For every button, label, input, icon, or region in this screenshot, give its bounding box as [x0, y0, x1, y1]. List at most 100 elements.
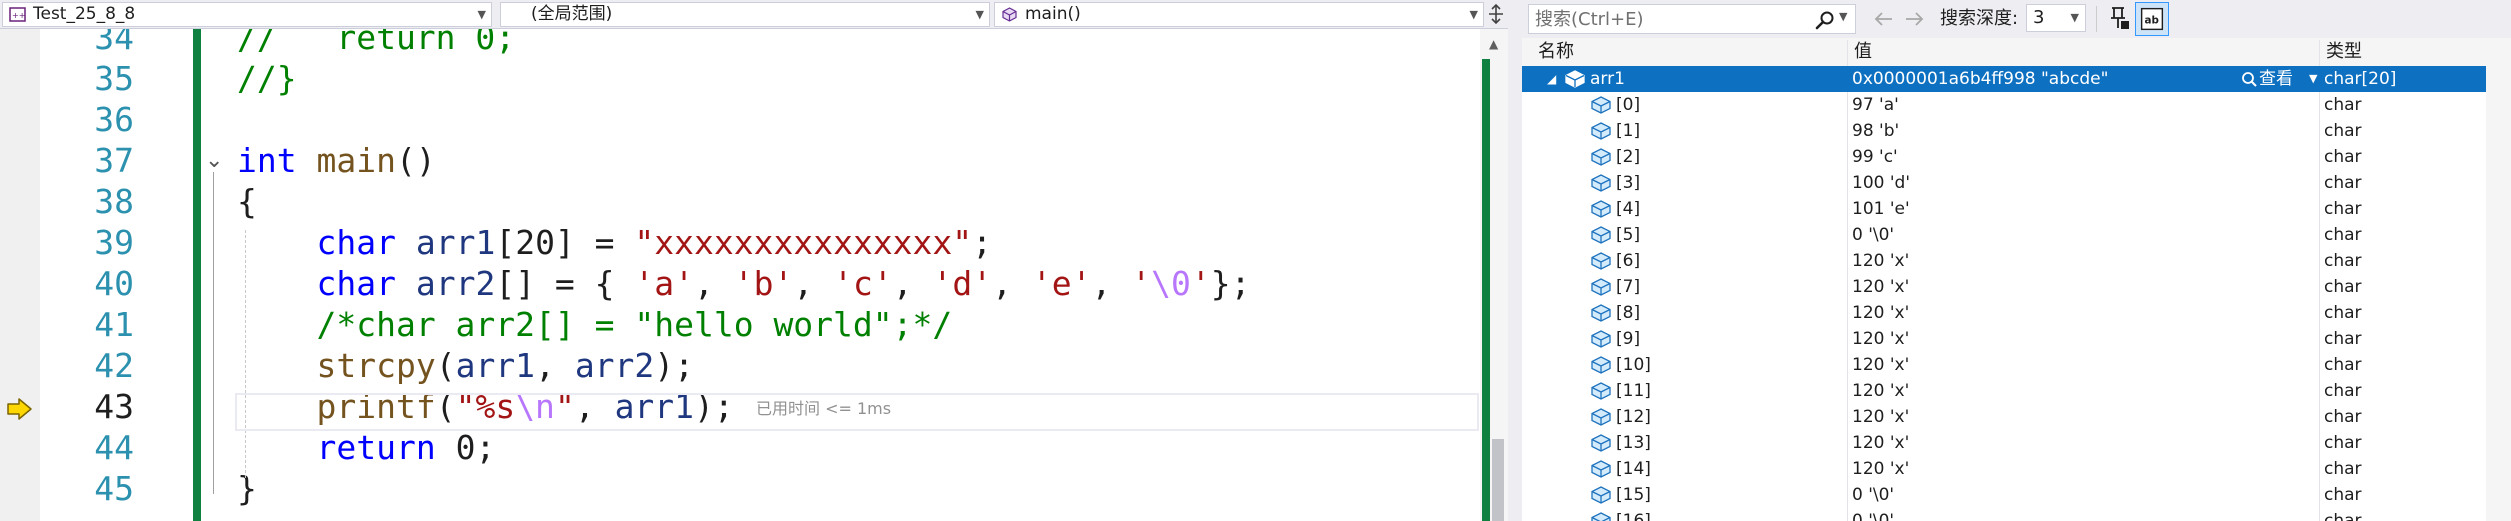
watch-value[interactable]: 120 'x' [1852, 248, 1909, 274]
watch-row[interactable]: [8] 120 'x' char [1522, 300, 2486, 326]
column-header-value[interactable]: 值 [1854, 40, 1872, 64]
watch-value[interactable]: 120 'x' [1852, 326, 1909, 352]
scrollbar-change-map [1482, 59, 1490, 521]
code-line[interactable]: 34 // return 0; [0, 29, 1488, 58]
watch-value[interactable]: 120 'x' [1852, 300, 1909, 326]
watch-name: [13] [1616, 433, 1651, 453]
watch-row[interactable]: [11] 120 'x' char [1522, 378, 2486, 404]
watch-type: char [2324, 459, 2362, 479]
watch-value[interactable]: 97 'a' [1852, 92, 1899, 118]
search-box[interactable]: ▼ [1528, 4, 1856, 34]
watch-value[interactable]: 100 'd' [1852, 170, 1910, 196]
watch-value[interactable]: 120 'x' [1852, 352, 1909, 378]
watch-value[interactable]: 0 '\0' [1852, 508, 1894, 521]
watch-value[interactable]: 0x0000001a6b4ff998 "abcde" [1852, 66, 2108, 92]
watch-vertical-scrollbar[interactable] [2486, 66, 2511, 521]
line-number: 41 [94, 305, 134, 344]
column-header-name[interactable]: 名称 [1538, 40, 1574, 64]
watch-row[interactable]: [2] 99 'c' char [1522, 144, 2486, 170]
watch-value[interactable]: 120 'x' [1852, 430, 1909, 456]
code-token: , [535, 346, 575, 385]
watch-value[interactable]: 101 'e' [1852, 196, 1910, 222]
svg-text:ab: ab [2144, 15, 2158, 27]
code-token: arr2 [574, 346, 655, 385]
scroll-up-icon[interactable]: ▲ [1489, 37, 1498, 51]
watch-row[interactable]: [10] 120 'x' char [1522, 352, 2486, 378]
watch-value[interactable]: 0 '\0' [1852, 222, 1894, 248]
code-line[interactable]: 35 //} [0, 58, 1488, 99]
code-token: , [694, 264, 734, 303]
search-depth-select[interactable]: 3 ▼ [2026, 4, 2086, 32]
editor-vertical-scrollbar[interactable]: ▲ [1480, 29, 1508, 521]
watch-row[interactable]: [3] 100 'd' char [1522, 170, 2486, 196]
watch-row[interactable]: [16] 0 '\0' char [1522, 508, 2486, 521]
watch-row[interactable]: [4] 101 'e' char [1522, 196, 2486, 222]
watch-value[interactable]: 120 'x' [1852, 456, 1909, 482]
search-input[interactable] [1535, 8, 1795, 30]
watch-row[interactable]: [0] 97 'a' char [1522, 92, 2486, 118]
code-line[interactable]: 42 strcpy(arr1, arr2); [0, 345, 1488, 386]
code-line[interactable]: 45} [0, 468, 1488, 509]
code-token: , [1091, 264, 1132, 303]
code-line[interactable]: 40 char arr2[] = { 'a', 'b', 'c', 'd', '… [0, 263, 1488, 304]
watch-value[interactable]: 98 'b' [1852, 118, 1899, 144]
code-line[interactable]: 41 /*char arr2[] = "hello world";*/ [0, 304, 1488, 345]
watch-row[interactable]: [9] 120 'x' char [1522, 326, 2486, 352]
watch-value[interactable]: 99 'c' [1852, 144, 1898, 170]
code-line[interactable]: 38 { [0, 181, 1488, 222]
scrollbar-thumb[interactable] [1492, 439, 1504, 521]
watch-value[interactable]: 0 '\0' [1852, 482, 1894, 508]
watch-type: char [2324, 95, 2362, 115]
pin-icon[interactable] [2104, 4, 2132, 32]
project-combo[interactable]: ++ Test_25_8_8 ▼ [2, 2, 492, 27]
watch-name: [4] [1616, 199, 1641, 219]
watch-type: char [2324, 225, 2362, 245]
watch-row[interactable]: [13] 120 'x' char [1522, 430, 2486, 456]
hexadecimal-display-icon[interactable]: ab [2135, 2, 2169, 36]
code-line[interactable]: 36 [0, 99, 1488, 140]
watch-row[interactable]: [5] 0 '\0' char [1522, 222, 2486, 248]
method-icon [1002, 7, 1017, 22]
arrow-left-icon[interactable] [1872, 8, 1896, 30]
collapse-triangle-icon[interactable]: ◢ [1547, 66, 1556, 92]
split-window-icon[interactable] [1486, 3, 1506, 25]
code-line[interactable]: 44 return 0; [0, 427, 1488, 468]
code-text-area[interactable]: 34 // return 0; 35 //} 36 37 ⌄ int main() 38 {39 … [0, 29, 1488, 521]
code-token: 0; [435, 428, 496, 467]
watch-rows[interactable]: ◢ arr1 0x0000001a6b4ff998 "abcde" 查看 ▼ c… [1522, 66, 2511, 521]
function-combo[interactable]: main() ▼ [994, 2, 1484, 27]
chevron-down-icon: ▼ [2309, 72, 2318, 85]
watch-row[interactable]: [15] 0 '\0' char [1522, 482, 2486, 508]
code-token: 'e' [1031, 264, 1092, 303]
watch-row[interactable]: [14] 120 'x' char [1522, 456, 2486, 482]
code-line[interactable]: 39 char arr1[20] = "xxxxxxxxxxxxxxx"; [0, 222, 1488, 263]
scope-combo[interactable]: (全局范围) ▼ [500, 2, 990, 27]
code-editor[interactable]: ++ Test_25_8_8 ▼ (全局范围) ▼ main() ▼ 34 // … [0, 0, 1508, 521]
watch-row[interactable]: [12] 120 'x' char [1522, 404, 2486, 430]
variable-icon [1591, 278, 1611, 296]
watch-value[interactable]: 120 'x' [1852, 378, 1909, 404]
watch-row[interactable]: [6] 120 'x' char [1522, 248, 2486, 274]
fold-toggle-icon[interactable]: ⌄ [205, 140, 223, 181]
column-header-type[interactable]: 类型 [2326, 40, 2362, 64]
code-line[interactable]: 37 ⌄ int main() [0, 140, 1488, 181]
chevron-down-icon[interactable]: ▼ [1839, 10, 1847, 23]
watch-type: char [2324, 147, 2362, 167]
watch-row[interactable]: [7] 120 'x' char [1522, 274, 2486, 300]
watch-row[interactable]: [1] 98 'b' char [1522, 118, 2486, 144]
watch-name: [15] [1616, 485, 1651, 505]
arrow-right-icon[interactable] [1902, 8, 1926, 30]
watch-type: char [2324, 485, 2362, 505]
watch-row-arr1[interactable]: ◢ arr1 0x0000001a6b4ff998 "abcde" 查看 ▼ c… [1522, 66, 2486, 92]
watch-value[interactable]: 120 'x' [1852, 274, 1909, 300]
variable-icon [1591, 356, 1611, 374]
pane-splitter[interactable] [1508, 0, 1522, 521]
search-icon[interactable] [1815, 10, 1835, 30]
variable-icon [1591, 382, 1611, 400]
watch-type: char [2324, 433, 2362, 453]
code-token: ); [654, 346, 695, 385]
watch-value[interactable]: 120 'x' [1852, 404, 1909, 430]
